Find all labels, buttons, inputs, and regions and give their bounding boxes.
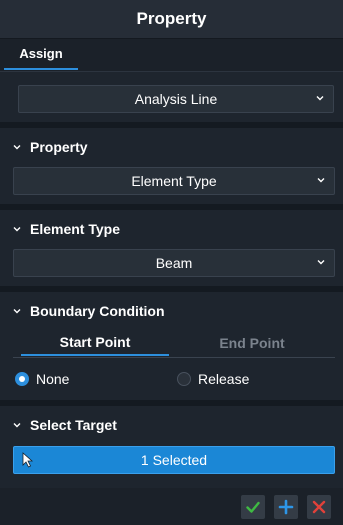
property-section-header[interactable]: Property xyxy=(12,137,88,157)
element-type-section: Element Type Beam xyxy=(0,210,343,286)
element-type-section-header[interactable]: Element Type xyxy=(12,219,120,239)
tab-start-point[interactable]: Start Point xyxy=(21,330,169,356)
analysis-line-value: Analysis Line xyxy=(134,91,218,107)
radio-checked-icon xyxy=(15,372,29,386)
chevron-down-icon xyxy=(317,178,325,183)
cursor-icon xyxy=(22,452,34,468)
tab-assign[interactable]: Assign xyxy=(4,39,78,70)
title-bar: Property xyxy=(0,0,343,39)
element-type-dropdown[interactable]: Beam xyxy=(13,249,335,277)
chevron-down-icon xyxy=(13,423,21,428)
property-section-title: Property xyxy=(30,139,88,155)
footer-bar xyxy=(0,488,343,525)
plus-icon xyxy=(278,499,294,515)
cancel-button[interactable] xyxy=(307,495,331,519)
element-type-section-title: Element Type xyxy=(30,221,120,237)
boundary-condition-section: Boundary Condition Start Point End Point… xyxy=(0,292,343,400)
chevron-down-icon xyxy=(13,309,21,314)
radio-none-label: None xyxy=(36,371,70,387)
boundary-section-header[interactable]: Boundary Condition xyxy=(12,301,165,321)
select-target-section-header[interactable]: Select Target xyxy=(12,415,117,435)
select-target-section-title: Select Target xyxy=(30,417,117,433)
ok-button[interactable] xyxy=(241,495,265,519)
radio-unchecked-icon xyxy=(177,372,191,386)
tab-bar: Assign xyxy=(0,39,343,72)
add-button[interactable] xyxy=(274,495,298,519)
chevron-down-icon xyxy=(317,260,325,265)
close-icon xyxy=(312,500,326,514)
chevron-down-icon xyxy=(13,145,21,150)
select-target-section: Select Target 1 Selected xyxy=(0,406,343,488)
boundary-section-title: Boundary Condition xyxy=(30,303,165,319)
property-dropdown[interactable]: Element Type xyxy=(13,167,335,195)
select-target-label: 1 Selected xyxy=(140,452,208,468)
radio-release[interactable]: Release xyxy=(177,369,249,389)
select-target-button[interactable]: 1 Selected xyxy=(13,446,335,474)
chevron-down-icon xyxy=(316,96,324,101)
window-title: Property xyxy=(136,9,207,28)
tab-end-point[interactable]: End Point xyxy=(177,330,327,356)
radio-release-label: Release xyxy=(198,371,250,387)
check-icon xyxy=(246,501,260,513)
element-type-value: Beam xyxy=(155,255,193,271)
analysis-line-dropdown[interactable]: Analysis Line xyxy=(18,85,334,113)
radio-none[interactable]: None xyxy=(15,369,69,389)
chevron-down-icon xyxy=(13,227,21,232)
boundary-tab-strip: Start Point End Point xyxy=(13,330,335,358)
assign-panel: Analysis Line xyxy=(0,72,343,122)
property-dropdown-value: Element Type xyxy=(131,173,217,189)
property-section: Property Element Type xyxy=(0,128,343,204)
